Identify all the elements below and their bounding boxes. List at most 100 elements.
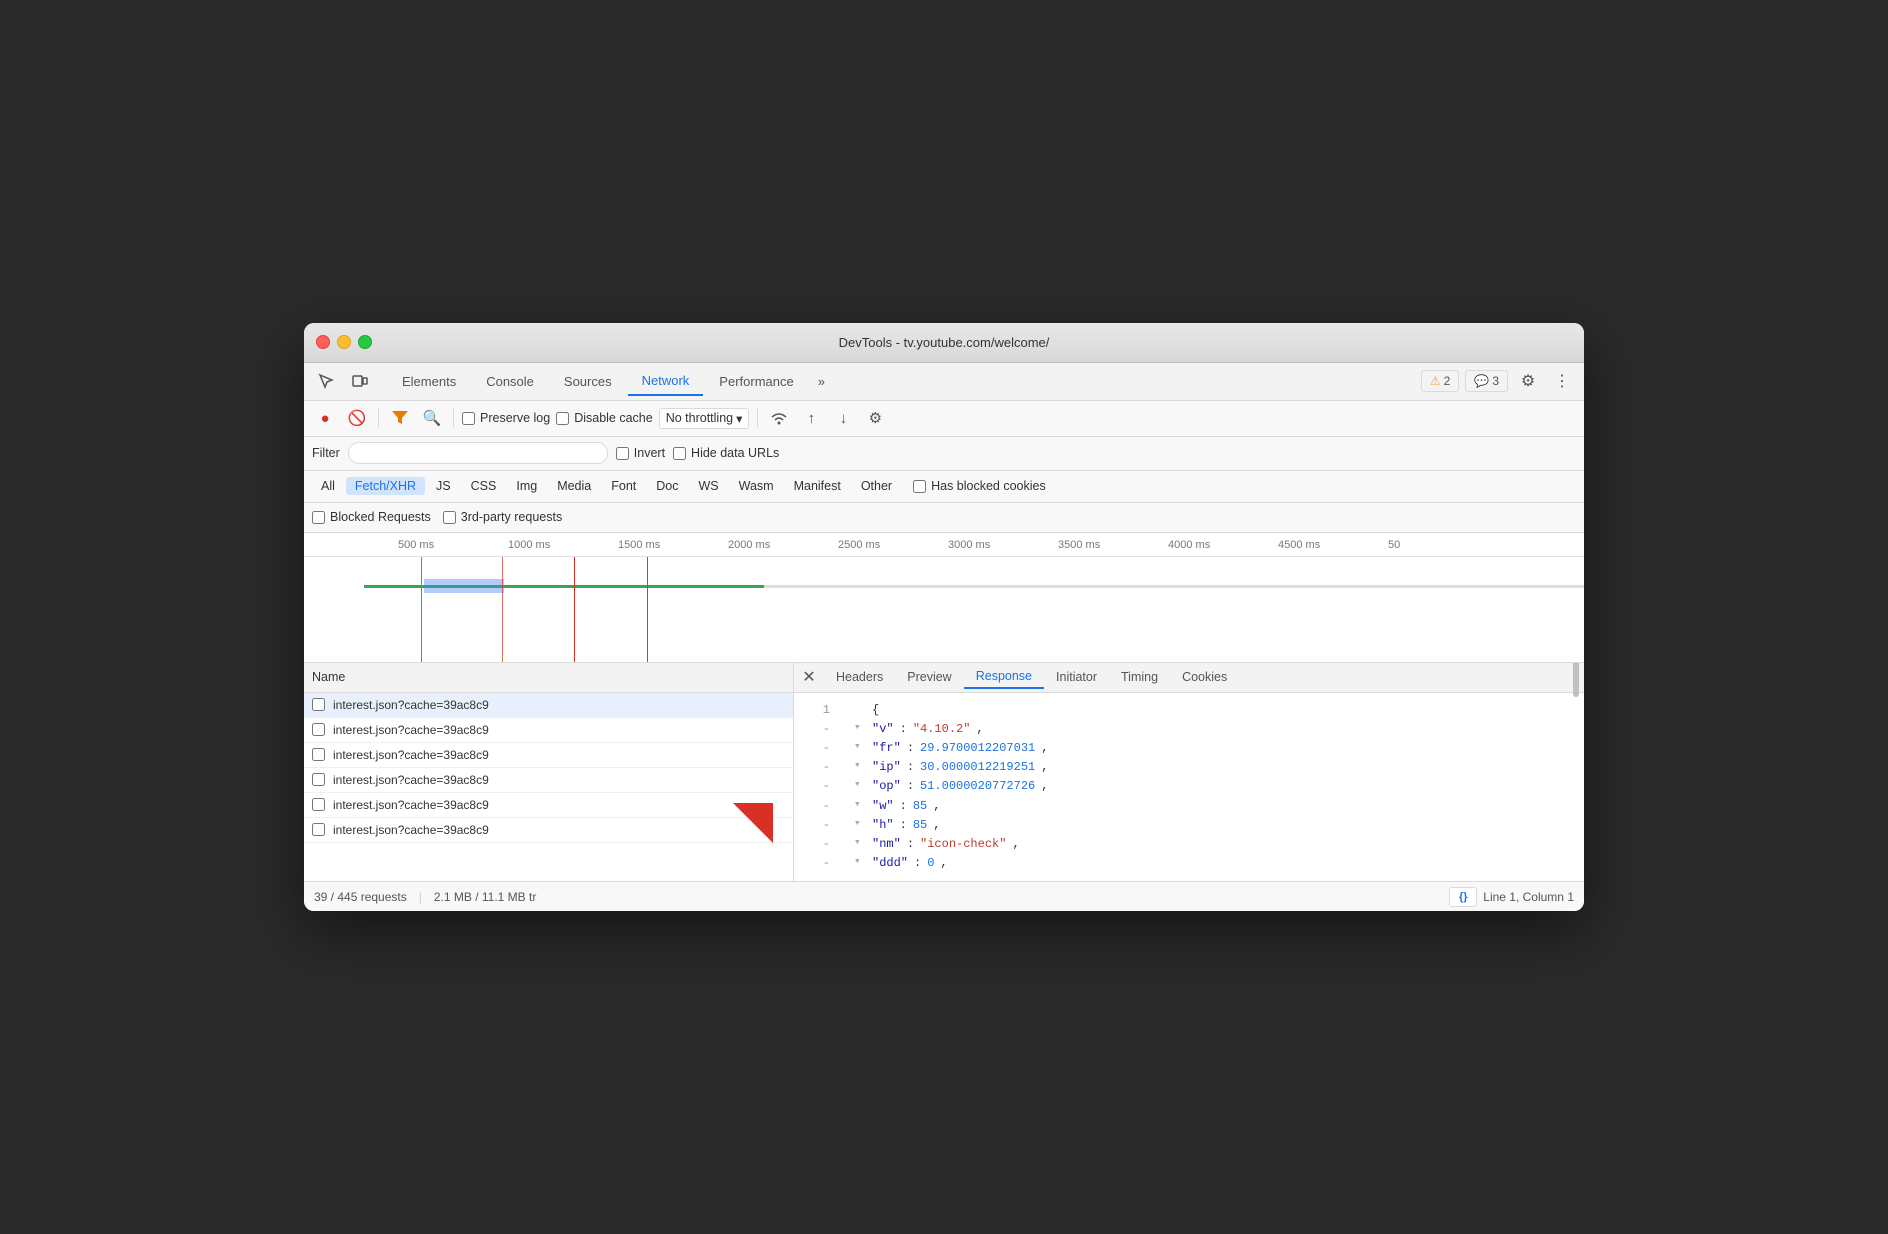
upload-icon[interactable]: ↑	[798, 405, 824, 431]
request-item-4[interactable]: interest.json?cache=39ac8c9	[304, 793, 793, 818]
panel-tab-initiator[interactable]: Initiator	[1044, 666, 1109, 688]
type-ws[interactable]: WS	[689, 477, 727, 495]
code-line-7: ▾ "h": 85,	[854, 816, 1572, 835]
type-js[interactable]: JS	[427, 477, 460, 495]
wifi-icon[interactable]	[766, 405, 792, 431]
type-css[interactable]: CSS	[462, 477, 506, 495]
type-fetch-xhr[interactable]: Fetch/XHR	[346, 477, 425, 495]
panel-tab-timing[interactable]: Timing	[1109, 666, 1170, 688]
search-icon[interactable]: 🔍	[419, 405, 445, 431]
invert-input[interactable]	[616, 447, 629, 460]
minimize-button[interactable]	[337, 335, 351, 349]
request-items[interactable]: interest.json?cache=39ac8c9 interest.jso…	[304, 693, 793, 882]
request-item-1[interactable]: interest.json?cache=39ac8c9	[304, 718, 793, 743]
type-doc[interactable]: Doc	[647, 477, 687, 495]
line-num-5: -	[798, 777, 830, 796]
hide-data-urls-input[interactable]	[673, 447, 686, 460]
response-panel: ✕ Headers Preview Response Initiator Tim…	[794, 663, 1584, 882]
tab-more-icon[interactable]: »	[810, 368, 833, 395]
tick-3: 1500 ms	[614, 539, 724, 556]
inspect-element-icon[interactable]	[312, 367, 340, 395]
device-toolbar-icon[interactable]	[346, 367, 374, 395]
panel-tab-response[interactable]: Response	[964, 665, 1044, 689]
request-count: 39 / 445 requests	[314, 890, 407, 904]
req-checkbox-4[interactable]	[312, 798, 325, 811]
expand-6[interactable]: ▾	[854, 797, 866, 815]
hide-data-urls-label: Hide data URLs	[691, 446, 779, 460]
expand-9[interactable]: ▾	[854, 854, 866, 872]
request-item-3[interactable]: interest.json?cache=39ac8c9	[304, 768, 793, 793]
tab-elements[interactable]: Elements	[388, 368, 470, 395]
preserve-log-input[interactable]	[462, 412, 475, 425]
network-settings-icon[interactable]: ⚙	[862, 405, 888, 431]
disable-cache-label: Disable cache	[574, 411, 653, 425]
type-media[interactable]: Media	[548, 477, 600, 495]
record-button[interactable]: ●	[312, 405, 338, 431]
request-item-2[interactable]: interest.json?cache=39ac8c9	[304, 743, 793, 768]
req-checkbox-1[interactable]	[312, 723, 325, 736]
type-manifest[interactable]: Manifest	[785, 477, 850, 495]
tick-4: 2000 ms	[724, 539, 834, 556]
close-button[interactable]	[316, 335, 330, 349]
throttle-select[interactable]: No throttling ▾	[659, 408, 750, 429]
disable-cache-input[interactable]	[556, 412, 569, 425]
blocked-cookies-input[interactable]	[913, 480, 926, 493]
request-item-0[interactable]: interest.json?cache=39ac8c9	[304, 693, 793, 718]
type-wasm[interactable]: Wasm	[730, 477, 783, 495]
expand-3[interactable]: ▾	[854, 739, 866, 757]
more-options-icon[interactable]: ⋮	[1548, 367, 1576, 395]
type-font[interactable]: Font	[602, 477, 645, 495]
panel-tab-headers[interactable]: Headers	[824, 666, 895, 688]
expand-4[interactable]: ▾	[854, 758, 866, 776]
line-num-3: -	[798, 739, 830, 758]
req-checkbox-3[interactable]	[312, 773, 325, 786]
settings-icon[interactable]: ⚙	[1514, 367, 1542, 395]
panel-close-button[interactable]: ✕	[798, 666, 820, 688]
type-all[interactable]: All	[312, 477, 344, 495]
type-img[interactable]: Img	[507, 477, 546, 495]
request-list: Name interest.json?cache=39ac8c9 interes…	[304, 663, 794, 882]
filter-input[interactable]	[348, 442, 608, 464]
blocked-cookies-checkbox[interactable]: Has blocked cookies	[913, 479, 1046, 493]
disable-cache-checkbox[interactable]: Disable cache	[556, 411, 653, 425]
third-party-input[interactable]	[443, 511, 456, 524]
hide-data-urls-checkbox[interactable]: Hide data URLs	[673, 446, 779, 460]
expand-8[interactable]: ▾	[854, 835, 866, 853]
blocked-requests-input[interactable]	[312, 511, 325, 524]
third-party-checkbox[interactable]: 3rd-party requests	[443, 510, 562, 524]
filter-icon[interactable]	[387, 405, 413, 431]
req-checkbox-5[interactable]	[312, 823, 325, 836]
response-content[interactable]: 1 - - - - - - - - {	[794, 693, 1584, 882]
expand-5[interactable]: ▾	[854, 777, 866, 795]
tab-console[interactable]: Console	[472, 368, 548, 395]
req-checkbox-2[interactable]	[312, 748, 325, 761]
request-item-5[interactable]: interest.json?cache=39ac8c9	[304, 818, 793, 843]
blocked-requests-label: Blocked Requests	[330, 510, 431, 524]
tab-sources[interactable]: Sources	[550, 368, 626, 395]
maximize-button[interactable]	[358, 335, 372, 349]
messages-badge[interactable]: 💬 3	[1465, 370, 1508, 392]
network-toolbar: ● 🚫 🔍 Preserve log Disable cache No thro…	[304, 401, 1584, 437]
clear-button[interactable]: 🚫	[344, 405, 370, 431]
format-button[interactable]: {}	[1449, 887, 1477, 907]
network-timeline[interactable]: 500 ms 1000 ms 1500 ms 2000 ms 2500 ms 3…	[304, 533, 1584, 663]
code-area: { ▾ "v": "4.10.2", ▾ "fr": 29.9700012207…	[854, 701, 1572, 874]
invert-label: Invert	[634, 446, 665, 460]
req-checkbox-0[interactable]	[312, 698, 325, 711]
tick-0	[304, 539, 394, 556]
panel-tab-cookies[interactable]: Cookies	[1170, 666, 1239, 688]
throttle-label: No throttling	[666, 411, 733, 425]
download-icon[interactable]: ↓	[830, 405, 856, 431]
expand-2[interactable]: ▾	[854, 720, 866, 738]
expand-7[interactable]: ▾	[854, 816, 866, 834]
invert-checkbox[interactable]: Invert	[616, 446, 665, 460]
preserve-log-checkbox[interactable]: Preserve log	[462, 411, 550, 425]
warnings-badge[interactable]: ⚠ 2	[1421, 370, 1459, 392]
blocked-requests-checkbox[interactable]: Blocked Requests	[312, 510, 431, 524]
throttle-dropdown-icon: ▾	[736, 411, 742, 426]
tab-performance[interactable]: Performance	[705, 368, 807, 395]
tick-8: 4000 ms	[1164, 539, 1274, 556]
tab-network[interactable]: Network	[628, 367, 704, 396]
type-other[interactable]: Other	[852, 477, 901, 495]
panel-tab-preview[interactable]: Preview	[895, 666, 963, 688]
